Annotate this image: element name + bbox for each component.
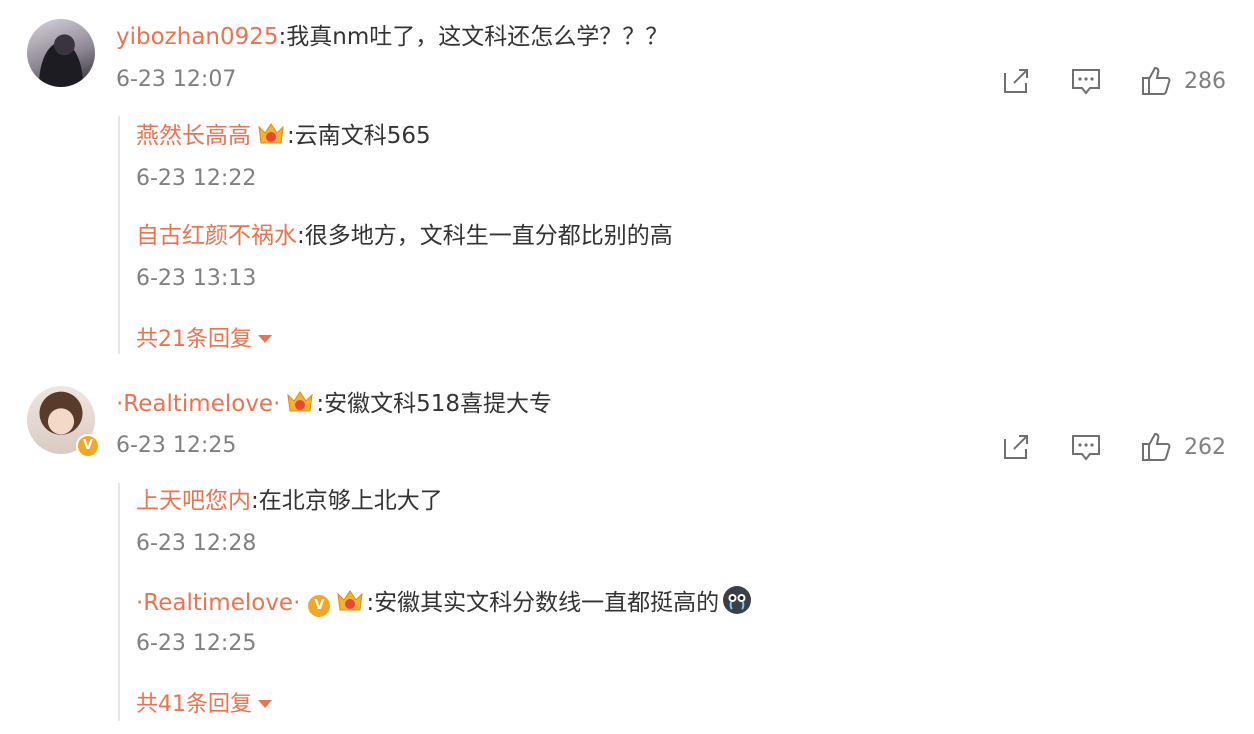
comment-button[interactable] bbox=[1070, 65, 1102, 97]
reply-username-link[interactable]: ·Realtimelove· bbox=[136, 590, 300, 616]
comment-actions: 262 bbox=[962, 430, 1226, 464]
share-icon bbox=[1004, 69, 1028, 93]
reply-time: 6-23 12:22 bbox=[136, 166, 257, 191]
verified-v-icon: V bbox=[308, 595, 331, 617]
reply-time: 6-23 12:28 bbox=[136, 531, 257, 556]
crown-badge-icon bbox=[257, 121, 285, 147]
comment-icon bbox=[1072, 69, 1100, 95]
comment-text: :我真nm吐了，这文科还怎么学？？？ bbox=[278, 24, 669, 50]
username-link[interactable]: yibozhan0925 bbox=[116, 24, 279, 50]
username-link[interactable]: ·Realtimelove· bbox=[116, 391, 280, 417]
caret-down-icon bbox=[258, 700, 272, 708]
comment-actions: 286 bbox=[962, 64, 1226, 98]
like-count: 262 bbox=[1184, 434, 1226, 460]
reply-text: :很多地方，文科生一直分都比别的高 bbox=[297, 223, 673, 249]
share-icon bbox=[1004, 435, 1028, 459]
share-button[interactable] bbox=[1000, 65, 1032, 97]
more-replies-link[interactable]: 共21条回复 bbox=[136, 321, 272, 353]
thumbs-up-icon bbox=[1142, 432, 1171, 461]
crown-badge-icon bbox=[336, 588, 364, 614]
thumbs-up-icon bbox=[1142, 66, 1171, 95]
comment-body: ·Realtimelove· :安徽文科518喜提大专 bbox=[116, 389, 552, 419]
comment-button[interactable] bbox=[1070, 431, 1102, 463]
reply-item: 燕然长高高 :云南文科565 bbox=[136, 121, 431, 151]
reply-username-link[interactable]: 自古红颜不祸水 bbox=[136, 223, 297, 249]
like-count: 286 bbox=[1184, 68, 1226, 94]
comment-icon bbox=[1072, 435, 1100, 461]
crying-emoji-icon bbox=[723, 586, 752, 614]
comment-time: 6-23 12:07 bbox=[116, 67, 237, 92]
reply-username-link[interactable]: 上天吧您内 bbox=[136, 488, 251, 514]
more-replies-label: 共41条回复 bbox=[136, 692, 252, 717]
reply-list: 燕然长高高 :云南文科565 6-23 12:22 自古红颜不祸水:很多地方，文科… bbox=[118, 116, 1240, 354]
like-button[interactable]: 262 bbox=[1140, 431, 1226, 463]
more-replies-link[interactable]: 共41条回复 bbox=[136, 686, 272, 718]
more-replies-label: 共21条回复 bbox=[136, 327, 252, 352]
comment-body: yibozhan0925:我真nm吐了，这文科还怎么学？？？ bbox=[116, 22, 668, 52]
reply-username-link[interactable]: 燕然长高高 bbox=[136, 123, 251, 149]
reply-time: 6-23 13:13 bbox=[136, 266, 257, 291]
reply-item: 上天吧您内:在北京够上北大了 bbox=[136, 486, 443, 516]
comment-text: :安徽文科518喜提大专 bbox=[316, 391, 553, 417]
caret-down-icon bbox=[258, 335, 272, 343]
crown-badge-icon bbox=[286, 389, 314, 415]
avatar[interactable] bbox=[27, 19, 95, 87]
comment-time: 6-23 12:25 bbox=[116, 433, 237, 458]
reply-item: ·Realtimelove· V :安徽其实文科分数线一直都挺高的 bbox=[136, 586, 752, 618]
reply-item: 自古红颜不祸水:很多地方，文科生一直分都比别的高 bbox=[136, 221, 673, 251]
like-button[interactable]: 286 bbox=[1140, 65, 1226, 97]
reply-text: :安徽其实文科分数线一直都挺高的 bbox=[366, 590, 720, 616]
reply-text: :在北京够上北大了 bbox=[251, 488, 443, 514]
reply-text: :云南文科565 bbox=[287, 123, 431, 149]
verified-v-icon: V bbox=[76, 434, 100, 458]
share-button[interactable] bbox=[1000, 431, 1032, 463]
reply-list: 上天吧您内:在北京够上北大了 6-23 12:28 ·Realtimelove·… bbox=[118, 483, 1240, 721]
reply-time: 6-23 12:25 bbox=[136, 631, 257, 656]
